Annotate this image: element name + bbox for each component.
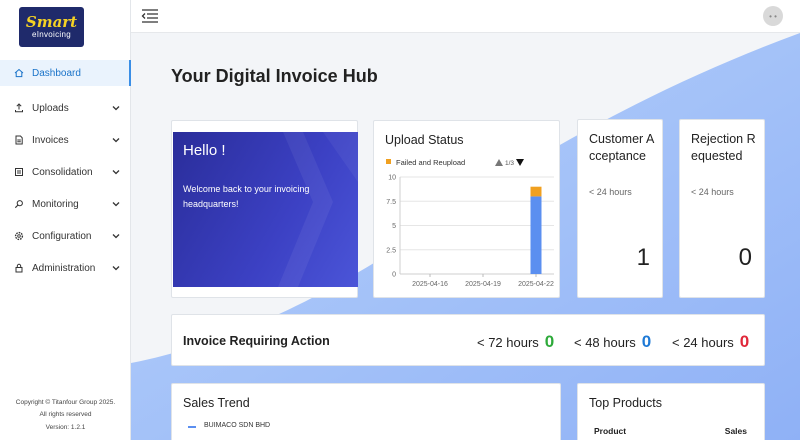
page-title: Your Digital Invoice Hub: [171, 66, 378, 86]
sidebar-item-dashboard[interactable]: Dashboard: [0, 60, 131, 86]
home-icon: [14, 68, 24, 78]
rejection-requested-value: 0: [738, 244, 752, 271]
action-24h[interactable]: < 24 hours 0: [672, 332, 749, 352]
sales-trend-title: Sales Trend: [183, 396, 250, 410]
legend-swatch[interactable]: [386, 159, 391, 164]
action-title: Invoice Requiring Action: [183, 334, 330, 348]
action-72h-label: < 72 hours: [477, 335, 539, 350]
sidebar-item-label: Invoices: [32, 134, 69, 146]
chevron-down-icon: [111, 199, 121, 209]
menu-collapse-icon[interactable]: [141, 8, 159, 24]
rejection-requested-sub: < 24 hours: [691, 187, 734, 197]
sidebar-item-label: Monitoring: [32, 198, 79, 210]
chevron-down-icon: [111, 263, 121, 273]
sales-column-header: Sales: [724, 426, 747, 436]
logo-text-einvoicing: eInvoicing: [31, 29, 72, 39]
bar: [530, 196, 542, 274]
sidebar-item-label: Administration: [32, 262, 96, 274]
action-24h-value: 0: [739, 332, 750, 351]
action-48h-label: < 48 hours: [574, 335, 636, 350]
copyright-text: Copyright © Titanfour Group 2025.: [15, 398, 116, 406]
invoice-requiring-action-card: Invoice Requiring Action < 72 hours 0 < …: [171, 314, 765, 366]
upload-status-chart: Failed and Reupload 1/3 0 2.5 5 7.5 10 2025-04-…: [386, 158, 554, 288]
avatar[interactable]: • •: [763, 6, 783, 26]
top-products-card: Top Products Product Sales: [577, 383, 765, 440]
upload-icon: [14, 103, 24, 113]
welcome-banner: Hello ! Welcome back to your invoicing h…: [173, 132, 358, 287]
action-72h[interactable]: < 72 hours 0: [477, 332, 554, 352]
welcome-card: Hello ! Welcome back to your invoicing h…: [171, 120, 358, 298]
welcome-title: Hello !: [183, 142, 226, 159]
y-tick-label: 2.5: [386, 247, 396, 254]
chevron-down-icon: [111, 135, 121, 145]
customer-acceptance-card: Customer Acceptance < 24 hours 1: [577, 119, 663, 298]
y-tick-label: 5: [392, 223, 396, 230]
sidebar-item-uploads[interactable]: Uploads: [0, 92, 131, 124]
sidebar-item-monitoring[interactable]: Monitoring: [0, 188, 131, 220]
x-tick-label: 2025-04-22: [518, 281, 554, 288]
sidebar-nav: Dashboard Uploads Invoices Consolidation: [0, 60, 131, 284]
top-products-title: Top Products: [589, 396, 662, 410]
sidebar: Smart eInvoicing Dashboard Uploads Invoi…: [0, 0, 131, 440]
customer-acceptance-value: 1: [636, 244, 650, 271]
sidebar-item-consolidation[interactable]: Consolidation: [0, 156, 131, 188]
topbar: • •: [131, 0, 800, 33]
lock-icon: [14, 263, 24, 273]
action-48h[interactable]: < 48 hours 0: [574, 332, 651, 352]
sales-legend-swatch: [188, 426, 196, 428]
upload-status-card: Upload Status Failed and Reupload 1/3 0 2.5…: [373, 120, 560, 298]
gear-icon: [14, 231, 24, 241]
sales-legend-label[interactable]: BUIMACO SDN BHD: [204, 422, 270, 429]
pager-next-icon[interactable]: [516, 159, 524, 166]
sidebar-item-label: Configuration: [32, 230, 92, 242]
y-tick-label: 10: [388, 175, 396, 182]
chevron-down-icon: [111, 103, 121, 113]
action-72h-value: 0: [544, 332, 555, 351]
pager-text: 1/3: [505, 160, 514, 167]
rejection-requested-card: Rejection Requested < 24 hours 0: [679, 119, 765, 298]
sidebar-footer: Copyright © Titanfour Group 2025. All ri…: [0, 397, 131, 435]
customer-acceptance-sub: < 24 hours: [589, 187, 632, 197]
sidebar-item-label: Dashboard: [32, 67, 81, 79]
x-tick-label: 2025-04-19: [465, 281, 501, 288]
product-column-header: Product: [594, 426, 627, 436]
pager-prev-icon[interactable]: [495, 159, 503, 166]
legend-label[interactable]: Failed and Reupload: [396, 158, 465, 167]
sidebar-item-administration[interactable]: Administration: [0, 252, 131, 284]
customer-acceptance-title: Customer Acceptance: [589, 132, 655, 163]
sidebar-item-label: Consolidation: [32, 166, 93, 178]
action-24h-label: < 24 hours: [672, 335, 734, 350]
sidebar-item-label: Uploads: [32, 102, 69, 114]
action-48h-value: 0: [641, 332, 652, 351]
list-icon: [14, 167, 24, 177]
chevron-down-icon: [111, 167, 121, 177]
rights-text: All rights reserved: [39, 411, 92, 418]
logo-text-smart: Smart: [25, 12, 78, 31]
chevron-down-icon: [111, 231, 121, 241]
welcome-text: Welcome back to your invoicing headquart…: [183, 184, 310, 209]
rejection-requested-title: Rejection Requested: [691, 132, 756, 163]
sidebar-item-configuration[interactable]: Configuration: [0, 220, 131, 252]
y-tick-label: 0: [392, 272, 396, 279]
version-text: Version: 1.2.1: [45, 423, 86, 431]
bar: [530, 186, 542, 197]
x-tick-label: 2025-04-16: [412, 281, 448, 288]
sales-trend-card: Sales Trend BUIMACO SDN BHD: [171, 383, 561, 440]
app-logo[interactable]: Smart eInvoicing: [19, 7, 84, 47]
search-icon: [14, 199, 24, 209]
document-icon: [14, 135, 24, 145]
y-tick-label: 7.5: [386, 199, 396, 206]
sidebar-item-invoices[interactable]: Invoices: [0, 124, 131, 156]
